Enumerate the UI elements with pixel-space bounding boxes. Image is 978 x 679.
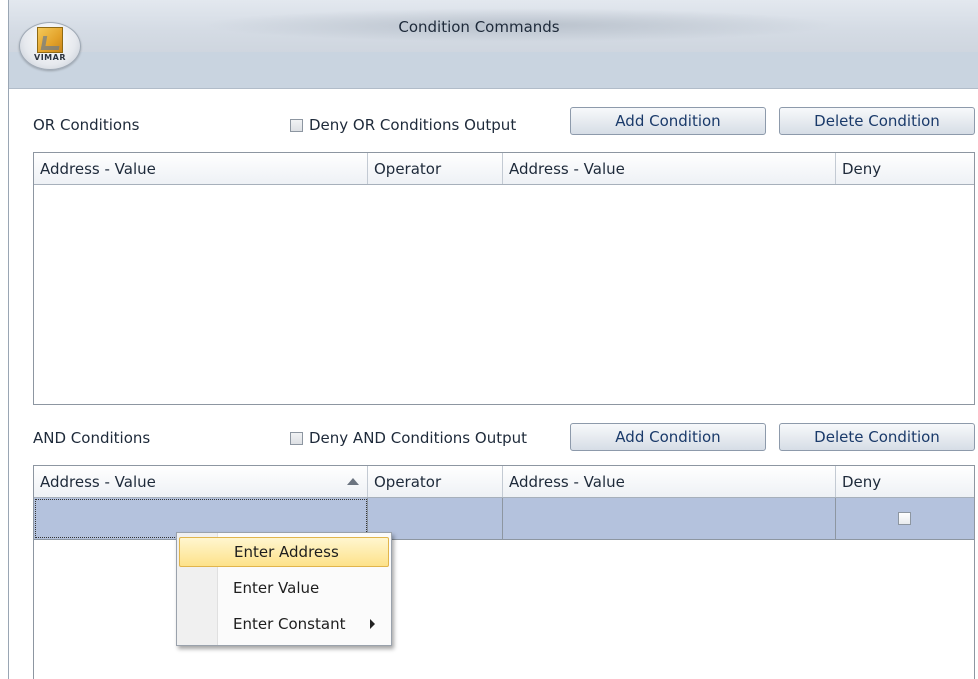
menu-item-enter-address[interactable]: Enter Address bbox=[179, 537, 389, 567]
context-menu: Enter Address Enter Value Enter Constant bbox=[176, 532, 392, 646]
or-col-operator[interactable]: Operator bbox=[368, 153, 503, 184]
menu-item-enter-value[interactable]: Enter Value bbox=[179, 573, 389, 603]
ribbon-bar bbox=[9, 52, 978, 89]
and-add-condition-button[interactable]: Add Condition bbox=[570, 423, 766, 451]
deny-or-output-checkbox[interactable]: Deny OR Conditions Output bbox=[290, 116, 516, 134]
menu-item-enter-constant[interactable]: Enter Constant bbox=[179, 609, 389, 639]
and-conditions-label: AND Conditions bbox=[33, 429, 151, 447]
deny-or-output-label: Deny OR Conditions Output bbox=[309, 116, 517, 134]
or-conditions-grid[interactable]: Address - Value Operator Address - Value… bbox=[33, 152, 975, 405]
and-col-deny[interactable]: Deny bbox=[836, 466, 974, 497]
and-col-address-value-2[interactable]: Address - Value bbox=[503, 466, 836, 497]
and-delete-condition-button[interactable]: Delete Condition bbox=[779, 423, 975, 451]
and-col-operator[interactable]: Operator bbox=[368, 466, 503, 497]
table-row[interactable] bbox=[34, 498, 974, 540]
deny-and-output-checkbox[interactable]: Deny AND Conditions Output bbox=[290, 429, 527, 447]
submenu-arrow-icon bbox=[370, 619, 375, 629]
checkbox-icon[interactable] bbox=[290, 431, 303, 445]
or-add-condition-button[interactable]: Add Condition bbox=[570, 107, 766, 135]
or-conditions-label: OR Conditions bbox=[33, 116, 140, 134]
deny-row-checkbox[interactable] bbox=[898, 511, 911, 525]
and-grid-header: Address - Value Operator Address - Value… bbox=[34, 466, 974, 498]
title-bar[interactable]: Condition Commands bbox=[9, 0, 978, 52]
or-col-address-value-2[interactable]: Address - Value bbox=[503, 153, 836, 184]
vimar-logo-icon bbox=[37, 27, 63, 53]
window-title: Condition Commands bbox=[398, 18, 560, 36]
and-col-address-value-1-label: Address - Value bbox=[40, 472, 156, 491]
or-delete-condition-button[interactable]: Delete Condition bbox=[779, 107, 975, 135]
deny-and-output-label: Deny AND Conditions Output bbox=[309, 429, 527, 447]
app-menu-button[interactable]: VIMAR bbox=[19, 22, 81, 70]
and-col-address-value-1[interactable]: Address - Value bbox=[34, 466, 368, 497]
or-grid-header: Address - Value Operator Address - Value… bbox=[34, 153, 974, 185]
or-col-deny[interactable]: Deny bbox=[836, 153, 974, 184]
brand-label: VIMAR bbox=[34, 53, 66, 62]
sort-ascending-icon bbox=[347, 478, 359, 485]
menu-item-enter-constant-label: Enter Constant bbox=[233, 615, 346, 633]
checkbox-icon[interactable] bbox=[290, 118, 303, 132]
and-row-address-value-2-cell[interactable] bbox=[503, 498, 836, 539]
and-row-deny-cell[interactable] bbox=[836, 498, 974, 539]
or-col-address-value-1[interactable]: Address - Value bbox=[34, 153, 368, 184]
and-conditions-grid[interactable]: Address - Value Operator Address - Value… bbox=[33, 465, 975, 679]
